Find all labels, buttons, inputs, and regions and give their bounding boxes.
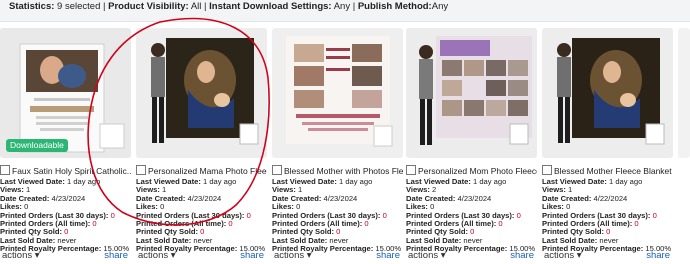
printed-30-value: 0	[652, 210, 657, 220]
product-thumbnail[interactable]	[406, 28, 537, 158]
date-created-value: 4/23/2024	[323, 193, 358, 203]
chevron-down-icon: ▾	[440, 250, 446, 261]
product-title[interactable]: Personalized Mama Photo Fleece...	[148, 166, 267, 176]
statistics-value: 9 selected	[57, 1, 101, 12]
printed-all-value: 0	[364, 219, 369, 229]
product-title-row: Faux Satin Holy Spirit Catholic...	[0, 165, 131, 177]
publish-method-value[interactable]: Any	[432, 1, 448, 12]
date-created-value: 4/22/2024	[593, 193, 628, 203]
select-checkbox[interactable]	[136, 165, 146, 175]
chevron-down-icon: ▾	[576, 250, 582, 261]
printed-all-value: 0	[228, 219, 233, 229]
printed-all-value: 0	[634, 219, 639, 229]
product-stats: Last Viewed Date: 1 day ago Views: 1 Dat…	[136, 177, 267, 254]
actions-label: actions	[138, 250, 169, 261]
card-actions: actions ▾ share	[542, 250, 673, 262]
actions-label: actions	[544, 250, 575, 261]
actions-label: actions	[274, 250, 305, 261]
select-checkbox[interactable]	[0, 165, 10, 175]
date-created-value: 4/23/2024	[457, 193, 492, 203]
separator: |	[352, 1, 356, 12]
share-link[interactable]: share	[104, 250, 128, 262]
printed-30-value: 0	[382, 210, 387, 220]
product-thumbnail[interactable]	[272, 28, 403, 158]
product-title-row: Blessed Mother Fleece Blanket	[542, 165, 673, 177]
product-stats: Last Viewed Date: 1 day ago Views: 2 Dat…	[406, 177, 537, 254]
product-title[interactable]: Blessed Mother with Photos Fleece...	[284, 166, 403, 176]
product-card-partial	[678, 28, 690, 264]
last-viewed-value: 1 day ago	[608, 177, 643, 186]
statistics-label: Statistics:	[9, 1, 55, 12]
select-checkbox[interactable]	[542, 165, 552, 175]
product-card: Personalized Mom Photo Fleece... Last Vi…	[406, 28, 537, 264]
chevron-down-icon: ▾	[306, 250, 312, 261]
actions-dropdown[interactable]: actions ▾	[138, 250, 176, 262]
product-stats: Last Viewed Date: 1 day ago Views: 1 Dat…	[542, 177, 673, 254]
card-actions: actions ▾ share	[406, 250, 537, 262]
actions-dropdown[interactable]: actions ▾	[274, 250, 312, 262]
product-title[interactable]: Blessed Mother Fleece Blanket	[554, 166, 672, 176]
printed-30-value: 0	[110, 210, 115, 220]
product-thumbnail[interactable]	[678, 28, 690, 158]
chevron-down-icon: ▾	[170, 250, 176, 261]
actions-dropdown[interactable]: actions ▾	[2, 250, 40, 262]
printed-30-value: 0	[246, 210, 251, 220]
product-thumbnail[interactable]: Downloadable	[0, 28, 131, 158]
share-link[interactable]: share	[376, 250, 400, 262]
product-title-row: Personalized Mom Photo Fleece...	[406, 165, 537, 177]
product-card: Downloadable Faux Satin Holy Spirit Cath…	[0, 28, 131, 264]
printed-all-value: 0	[498, 219, 503, 229]
product-card: Blessed Mother Fleece Blanket Last Viewe…	[542, 28, 673, 264]
chevron-down-icon: ▾	[34, 250, 40, 261]
product-stats: Last Viewed Date: 1 day ago Views: 1 Dat…	[0, 177, 131, 254]
mother-blessing-blanket-image	[272, 28, 403, 158]
actions-dropdown[interactable]: actions ▾	[544, 250, 582, 262]
product-title[interactable]: Faux Satin Holy Spirit Catholic...	[12, 166, 131, 176]
select-checkbox[interactable]	[406, 165, 416, 175]
product-stats: Last Viewed Date: 1 day ago Views: 1 Dat…	[272, 177, 403, 254]
product-visibility-value[interactable]: All	[191, 1, 202, 12]
card-actions: actions ▾ share	[136, 250, 267, 262]
product-card: Personalized Mama Photo Fleece... Last V…	[136, 28, 267, 264]
product-thumbnail[interactable]	[542, 28, 673, 158]
mother-madonna-blanket-image	[136, 28, 267, 158]
card-actions: actions ▾ share	[272, 250, 403, 262]
product-grid: Downloadable Faux Satin Holy Spirit Cath…	[0, 28, 690, 264]
instant-download-label: Instant Download Settings:	[209, 1, 332, 12]
product-title-row: Blessed Mother with Photos Fleece...	[272, 165, 403, 177]
blessed-mother-blanket-image	[542, 28, 673, 158]
date-created-value: 4/23/2024	[187, 193, 222, 203]
actions-label: actions	[408, 250, 439, 261]
printed-30-value: 0	[516, 210, 521, 220]
card-actions: actions ▾ share	[0, 250, 131, 262]
product-thumbnail[interactable]	[136, 28, 267, 158]
publish-method-label: Publish Method:	[357, 1, 432, 12]
separator: |	[204, 1, 207, 12]
product-visibility-label: Product Visibility:	[108, 1, 189, 12]
instant-download-value[interactable]: Any	[334, 1, 350, 12]
printed-all-value: 0	[92, 219, 97, 229]
share-link[interactable]: share	[240, 250, 264, 262]
mom-collage-blanket-image	[406, 28, 537, 158]
last-viewed-value: 1 day ago	[338, 177, 373, 186]
product-title-row: Personalized Mama Photo Fleece...	[136, 165, 267, 177]
last-viewed-value: 1 day ago	[202, 177, 237, 186]
actions-dropdown[interactable]: actions ▾	[408, 250, 446, 262]
share-link[interactable]: share	[510, 250, 534, 262]
separator: |	[103, 1, 106, 12]
product-title[interactable]: Personalized Mom Photo Fleece...	[418, 166, 537, 176]
select-checkbox[interactable]	[272, 165, 282, 175]
statistics-bar: Statistics: 9 selected | Product Visibil…	[0, 0, 690, 22]
product-card: Blessed Mother with Photos Fleece... Las…	[272, 28, 403, 264]
share-link[interactable]: share	[646, 250, 670, 262]
downloadable-badge: Downloadable	[6, 139, 68, 152]
last-viewed-value: 1 day ago	[66, 177, 101, 186]
last-viewed-value: 1 day ago	[472, 177, 507, 186]
date-created-value: 4/23/2024	[51, 193, 86, 203]
actions-label: actions	[2, 250, 33, 261]
